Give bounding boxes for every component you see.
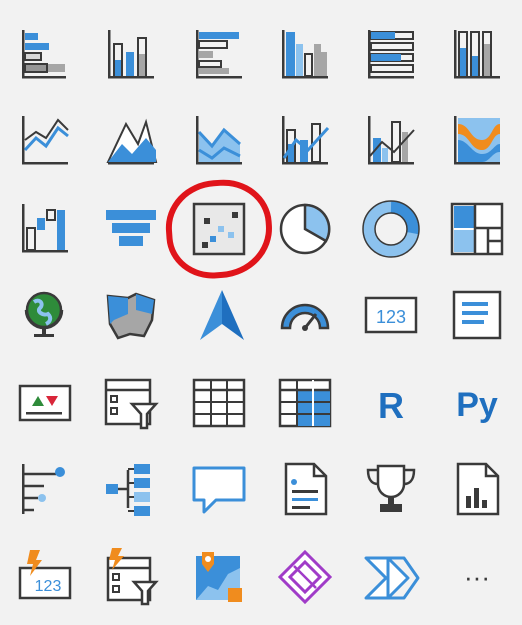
- stacked-area-chart-icon[interactable]: [188, 110, 250, 172]
- clustered-bar-chart-icon[interactable]: [188, 24, 250, 86]
- multi-row-card-icon[interactable]: [446, 284, 508, 346]
- more-visuals-icon-text: ···: [464, 562, 490, 592]
- azure-map-icon[interactable]: [188, 284, 250, 346]
- stacked-column-chart-icon[interactable]: [100, 24, 162, 86]
- qa-icon[interactable]: [188, 458, 250, 520]
- map-icon[interactable]: [14, 284, 76, 346]
- gauge-icon[interactable]: [274, 284, 336, 346]
- more-visuals-icon[interactable]: ···: [446, 546, 508, 608]
- ribbon-chart-icon[interactable]: [446, 110, 508, 172]
- slicer-icon[interactable]: [100, 372, 162, 434]
- kpi-icon[interactable]: [14, 372, 76, 434]
- stacked-bar-chart-icon[interactable]: [14, 24, 76, 86]
- line-chart-icon[interactable]: [14, 110, 76, 172]
- power-card-icon-text: 123: [35, 578, 62, 595]
- power-slicer-icon[interactable]: [100, 546, 162, 608]
- decomposition-tree-icon[interactable]: [100, 458, 162, 520]
- treemap-icon[interactable]: [446, 198, 508, 260]
- area-chart-icon[interactable]: [100, 110, 162, 172]
- python-visual-icon[interactable]: Py: [446, 372, 508, 434]
- power-automate-icon[interactable]: [360, 546, 422, 608]
- 100-percent-stacked-bar-chart-icon[interactable]: [360, 24, 422, 86]
- power-card-icon[interactable]: 123: [14, 546, 76, 608]
- paginated-report-icon[interactable]: [446, 458, 508, 520]
- python-visual-icon-text: Py: [456, 386, 498, 424]
- key-influencers-icon[interactable]: [14, 458, 76, 520]
- 100-percent-stacked-column-chart-icon[interactable]: [446, 24, 508, 86]
- power-apps-icon[interactable]: [274, 546, 336, 608]
- donut-chart-icon[interactable]: [360, 198, 422, 260]
- waterfall-chart-icon[interactable]: [14, 198, 76, 260]
- r-script-visual-icon[interactable]: R: [360, 372, 422, 434]
- azure-map-visual-icon[interactable]: [188, 546, 250, 608]
- pie-chart-icon[interactable]: [274, 198, 336, 260]
- visualizations-panel: 123 R Py 123 ···: [0, 0, 522, 625]
- matrix-icon[interactable]: [274, 372, 336, 434]
- card-icon-text: 123: [376, 307, 406, 327]
- funnel-chart-icon[interactable]: [100, 198, 162, 260]
- line-and-clustered-column-chart-icon[interactable]: [360, 110, 422, 172]
- clustered-column-chart-icon[interactable]: [274, 24, 336, 86]
- smart-narrative-icon[interactable]: [274, 458, 336, 520]
- table-icon[interactable]: [188, 372, 250, 434]
- r-script-visual-icon-text: R: [378, 385, 404, 426]
- card-icon[interactable]: 123: [360, 284, 422, 346]
- scatter-chart-icon[interactable]: [188, 198, 250, 260]
- goals-trophy-icon[interactable]: [360, 458, 422, 520]
- filled-map-icon[interactable]: [100, 284, 162, 346]
- line-and-stacked-column-chart-icon[interactable]: [274, 110, 336, 172]
